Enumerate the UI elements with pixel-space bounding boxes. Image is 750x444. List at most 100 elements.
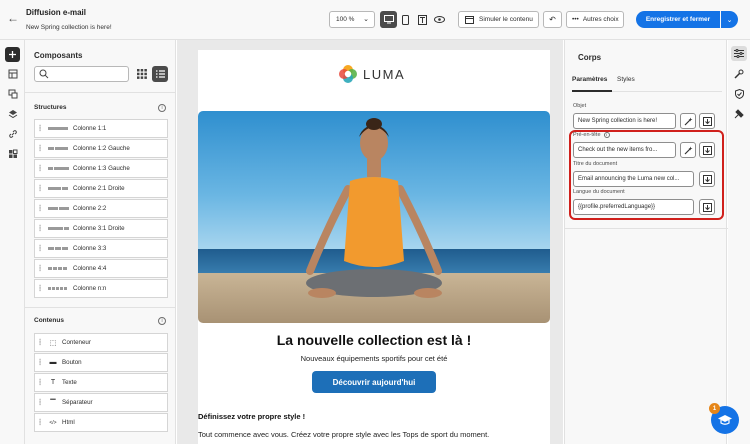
magic-wand-icon — [684, 117, 692, 125]
content-item[interactable]: ┇ ▬ Bouton — [34, 353, 168, 372]
drag-handle-icon[interactable]: ┇ — [35, 339, 45, 346]
objet-label: Objet — [573, 103, 587, 109]
insert-icon — [702, 145, 712, 155]
desktop-icon — [383, 15, 394, 24]
content-item[interactable]: ┇ </> Html — [34, 413, 168, 432]
drag-handle-icon[interactable]: ┇ — [35, 125, 45, 132]
yoga-hero-image — [198, 111, 550, 323]
email-body[interactable]: LUMA La nouvelle collection est là ! Nou… — [198, 50, 550, 444]
structure-item[interactable]: ┇ Colonne n:n — [34, 279, 168, 298]
fragments-icon[interactable] — [5, 86, 20, 101]
eye-icon — [434, 16, 445, 23]
active-tab-indicator — [572, 90, 612, 92]
info-icon[interactable]: i — [158, 317, 166, 325]
drag-handle-icon[interactable]: ┇ — [35, 245, 45, 252]
structure-item[interactable]: ┇ Colonne 4:4 — [34, 259, 168, 278]
insert-data-button[interactable] — [699, 199, 715, 215]
column-layout-icon — [48, 187, 69, 190]
add-components-icon[interactable] — [5, 47, 20, 62]
drag-handle-icon[interactable]: ┇ — [35, 419, 45, 426]
content-item[interactable]: ┇ T Texte — [34, 373, 168, 392]
back-arrow-icon[interactable]: ← — [6, 11, 20, 25]
personalize-button[interactable] — [680, 113, 696, 129]
personalize-button[interactable] — [680, 142, 696, 158]
insert-data-button[interactable] — [699, 113, 715, 129]
insert-data-button[interactable] — [699, 171, 715, 187]
drag-handle-icon[interactable]: ┇ — [35, 285, 45, 292]
text-mode-icon — [418, 14, 427, 25]
objet-field[interactable]: New Spring collection is here! — [573, 113, 676, 129]
html-icon: </> — [49, 419, 57, 426]
insert-data-button[interactable] — [699, 142, 715, 158]
email-headline[interactable]: La nouvelle collection est là ! — [198, 332, 550, 348]
drag-handle-icon[interactable]: ┇ — [35, 399, 45, 406]
structure-item[interactable]: ┇ Colonne 1:1 — [34, 119, 168, 138]
mobile-icon — [402, 14, 409, 25]
email-body-heading[interactable]: Définissez votre propre style ! — [198, 412, 305, 421]
column-layout-icon — [48, 267, 69, 270]
grid-view-icon[interactable] — [137, 69, 147, 79]
layers-icon[interactable] — [5, 106, 20, 121]
link-icon[interactable] — [5, 126, 20, 141]
more-options-button[interactable]: ••• Autres choix — [566, 11, 624, 28]
lang-label: Langue du document — [573, 189, 625, 195]
left-rail — [0, 40, 25, 444]
save-and-close-button[interactable]: Enregistrer et fermer — [636, 11, 720, 28]
hero-image[interactable] — [198, 111, 550, 323]
simulate-icon — [465, 15, 474, 24]
structure-item[interactable]: ┇ Colonne 2:1 Droite — [34, 179, 168, 198]
zoom-select[interactable]: 100 % ⌄ — [329, 11, 375, 28]
brand-icon[interactable] — [731, 106, 747, 121]
drag-handle-icon[interactable]: ┇ — [35, 225, 45, 232]
text-view-button[interactable] — [414, 11, 431, 28]
structure-item[interactable]: ┇ Colonne 1:2 Gauche — [34, 139, 168, 158]
preheader-field[interactable]: Check out the new items fro... — [573, 142, 676, 158]
tab-styles[interactable]: Styles — [617, 76, 635, 83]
simulate-content-button[interactable]: Simuler le contenu — [458, 11, 539, 28]
list-view-button[interactable] — [152, 66, 168, 82]
structure-item[interactable]: ┇ Colonne 1:3 Gauche — [34, 159, 168, 178]
save-dropdown-button[interactable]: ⌄ — [721, 11, 738, 28]
structure-label: Colonne 1:3 Gauche — [73, 165, 130, 172]
insert-icon — [702, 202, 712, 212]
content-item[interactable]: ┇ ⬚ Conteneur — [34, 333, 168, 352]
drag-handle-icon[interactable]: ┇ — [35, 145, 45, 152]
info-icon[interactable]: i — [158, 104, 166, 112]
structure-item[interactable]: ┇ Colonne 3:1 Droite — [34, 219, 168, 238]
luma-logo[interactable]: LUMA — [338, 64, 405, 84]
structure-item[interactable]: ┇ Colonne 3:3 — [34, 239, 168, 258]
validation-shield-icon[interactable] — [731, 86, 747, 101]
page-title: Diffusion e-mail — [26, 8, 87, 17]
doc-title-field[interactable]: Email announcing the Luma new col... — [573, 171, 694, 187]
drag-handle-icon[interactable]: ┇ — [35, 379, 45, 386]
drag-handle-icon[interactable]: ┇ — [35, 205, 45, 212]
structure-label: Colonne 2:2 — [73, 205, 107, 212]
undo-button[interactable]: ↶ — [543, 11, 562, 28]
column-layout-icon — [48, 167, 69, 170]
assets-icon[interactable] — [5, 66, 20, 81]
tab-parametres[interactable]: Paramètres — [572, 76, 607, 83]
doc-title-label: Titre du document — [573, 161, 618, 167]
lang-field[interactable]: {{profile.preferredLanguage}} — [573, 199, 694, 215]
properties-toggle-icon[interactable] — [731, 46, 747, 61]
drag-handle-icon[interactable]: ┇ — [35, 265, 45, 272]
structure-label: Colonne 4:4 — [73, 265, 107, 272]
column-layout-icon — [48, 127, 69, 130]
content-label: Texte — [62, 379, 77, 386]
email-body-text[interactable]: Tout commence avec vous. Créez votre pro… — [198, 430, 489, 439]
list-icon — [155, 70, 165, 78]
drag-handle-icon[interactable]: ┇ — [35, 359, 45, 366]
drag-handle-icon[interactable]: ┇ — [35, 165, 45, 172]
content-item[interactable]: ┇ ▔ Séparateur — [34, 393, 168, 412]
components-search-input[interactable] — [34, 66, 129, 82]
structure-item[interactable]: ┇ Colonne 2:2 — [34, 199, 168, 218]
discover-cta-button[interactable]: Découvrir aujourd'hui — [312, 371, 436, 393]
drag-handle-icon[interactable]: ┇ — [35, 185, 45, 192]
content-label: Séparateur — [62, 399, 93, 406]
mobile-view-button[interactable] — [397, 11, 414, 28]
email-subheadline[interactable]: Nouveaux équipements sportifs pour cet é… — [198, 354, 550, 363]
apps-icon[interactable] — [5, 146, 20, 161]
preview-button[interactable] — [431, 11, 448, 28]
desktop-view-button[interactable] — [380, 11, 397, 28]
tools-icon[interactable] — [731, 66, 747, 81]
